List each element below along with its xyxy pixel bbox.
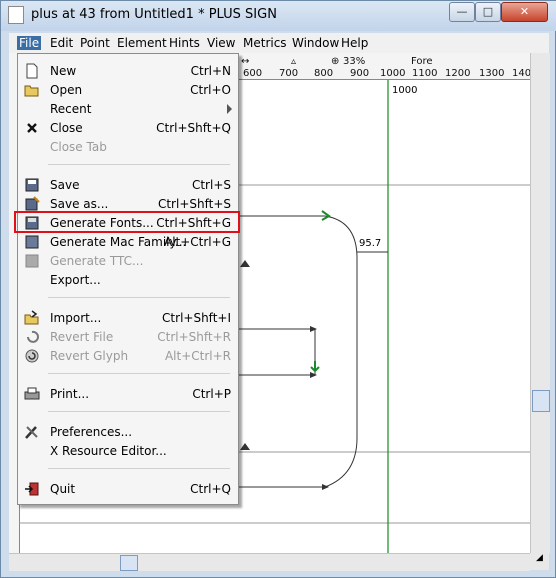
floppy-disk-icon [25,178,39,192]
menu-file[interactable]: File [17,36,42,50]
new-file-icon [26,63,38,79]
menu-edit[interactable]: Edit [50,36,73,50]
maximize-button[interactable]: □ [475,2,501,22]
menu-item-close-tab[interactable]: Close Tab [18,138,238,157]
import-icon [24,310,39,325]
menu-item-preferences[interactable]: Preferences... [18,423,238,442]
menu-point[interactable]: Point [80,36,110,50]
menu-item-close[interactable]: Close Ctrl+Shft+Q [18,119,238,138]
submenu-arrow-icon [227,104,232,114]
menu-element[interactable]: Element [117,36,167,50]
menu-separator [48,411,230,412]
app-icon [8,6,24,24]
menu-item-recent[interactable]: Recent [18,100,238,119]
vertical-scroll-thumb[interactable] [532,390,550,412]
menu-item-save[interactable]: Save Ctrl+S [18,176,238,195]
resize-grip-icon[interactable]: ◢ [530,553,549,570]
menu-bar: File Edit Point Element Hints View Metri… [9,33,549,53]
vertical-scrollbar[interactable] [530,53,550,553]
menu-item-generate-mac-family[interactable]: Generate Mac Family... Alt+Ctrl+G [18,233,238,252]
revert-file-icon [27,330,39,343]
close-x-icon [27,123,37,133]
menu-item-revert-glyph[interactable]: Revert Glyph Alt+Ctrl+R [18,347,238,366]
menu-separator [48,164,230,165]
save-as-icon [25,196,40,211]
menu-separator [48,468,230,469]
menu-item-new[interactable]: New Ctrl+N [18,62,238,81]
menu-item-print[interactable]: Print... Ctrl+P [18,385,238,404]
horizontal-scrollbar[interactable] [9,553,530,571]
generate-mac-family-icon [25,235,39,249]
menu-item-revert-file[interactable]: Revert File Ctrl+Shft+R [18,328,238,347]
horizontal-scroll-thumb[interactable] [120,555,138,571]
advance-label: 1000 [392,85,418,96]
quit-exit-icon [25,482,39,496]
menu-window[interactable]: Window [292,36,339,50]
close-button[interactable]: ✕ [501,2,548,22]
menu-separator [48,373,230,374]
file-menu-dropdown: New Ctrl+N Open Ctrl+O Recent Close Ctrl… [14,53,240,505]
menu-help[interactable]: Help [341,36,368,50]
generate-fonts-icon [25,216,39,230]
menu-metrics[interactable]: Metrics [243,36,287,50]
menu-view[interactable]: View [207,36,235,50]
menu-item-x-resource-editor[interactable]: X Resource Editor... [18,442,238,461]
printer-icon [24,387,40,400]
menu-item-export[interactable]: Export... [18,271,238,290]
minimize-button[interactable]: — [449,2,475,22]
menu-separator [48,297,230,298]
menu-item-generate-fonts[interactable]: Generate Fonts... Ctrl+Shft+G [14,211,240,233]
menu-item-open[interactable]: Open Ctrl+O [18,81,238,100]
width-measure-label: 95.7 [359,238,382,249]
menu-hints[interactable]: Hints [169,36,200,50]
title-bar[interactable]: plus at 43 from Untitled1 * PLUS SIGN — … [1,1,556,31]
window-title: plus at 43 from Untitled1 * PLUS SIGN [31,7,277,22]
folder-open-icon [24,85,39,97]
menu-item-generate-ttc[interactable]: Generate TTC... [18,252,238,271]
revert-glyph-icon [25,349,39,363]
menu-item-quit[interactable]: Quit Ctrl+Q [18,480,238,499]
menu-item-import[interactable]: Import... Ctrl+Shft+I [18,309,238,328]
generate-ttc-icon [25,254,39,268]
preferences-tools-icon [25,426,38,439]
